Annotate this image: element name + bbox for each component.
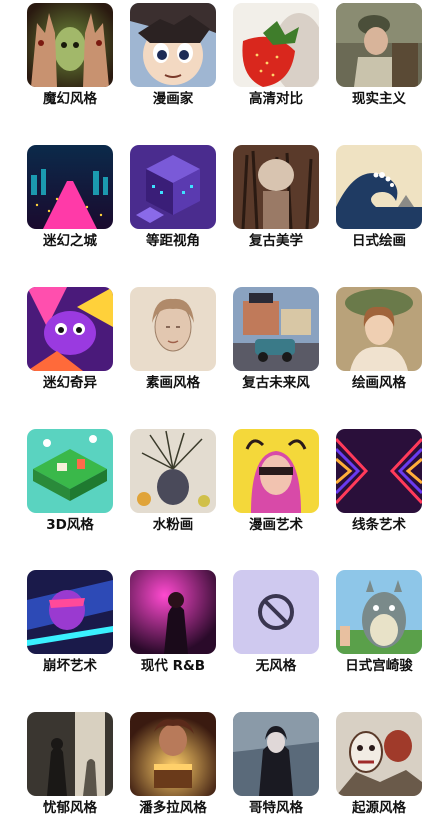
sketch-style-thumbnail[interactable] bbox=[130, 287, 216, 371]
style-option[interactable]: 忧郁风格 bbox=[27, 712, 113, 817]
isometric-view-thumbnail[interactable] bbox=[130, 145, 216, 229]
psychedelic-weird-thumbnail[interactable] bbox=[27, 287, 113, 371]
style-option[interactable]: 素画风格 bbox=[130, 287, 216, 392]
style-option[interactable]: 崩坏艺术 bbox=[27, 570, 113, 675]
style-option[interactable]: 绘画风格 bbox=[336, 287, 422, 392]
gothic-style-thumbnail[interactable] bbox=[233, 712, 319, 796]
style-option[interactable]: 哥特风格 bbox=[233, 712, 319, 817]
comic-art-thumbnail[interactable] bbox=[233, 429, 319, 513]
style-option[interactable]: 线条艺术 bbox=[336, 429, 422, 534]
realism-thumbnail[interactable] bbox=[336, 3, 422, 87]
style-option-label: 漫画家 bbox=[152, 91, 194, 107]
style-option[interactable]: 复古未来风 bbox=[233, 287, 319, 392]
no-style-icon[interactable] bbox=[233, 570, 319, 654]
style-option[interactable]: 漫画家 bbox=[130, 3, 216, 108]
style-option[interactable]: 复古美学 bbox=[233, 145, 319, 250]
3d-style-thumbnail[interactable] bbox=[27, 429, 113, 513]
style-option-label: 起源风格 bbox=[352, 800, 406, 816]
japanese-painting-thumbnail[interactable] bbox=[336, 145, 422, 229]
style-option-label: 现代 R&B bbox=[140, 658, 206, 674]
melancholy-style-thumbnail[interactable] bbox=[27, 712, 113, 796]
style-option[interactable]: 3D风格 bbox=[27, 429, 113, 534]
style-option[interactable]: 高清对比 bbox=[233, 3, 319, 108]
style-option-label: 绘画风格 bbox=[352, 375, 406, 391]
magic-style-thumbnail[interactable] bbox=[27, 3, 113, 87]
style-option-label: 无风格 bbox=[255, 658, 297, 674]
style-option-label: 等距视角 bbox=[146, 233, 200, 249]
style-option[interactable]: 魔幻风格 bbox=[27, 3, 113, 108]
style-option-label: 高清对比 bbox=[249, 91, 303, 107]
style-option-label: 日式绘画 bbox=[352, 233, 406, 249]
style-option-label: 复古美学 bbox=[249, 233, 303, 249]
style-option-label: 水粉画 bbox=[152, 517, 194, 533]
style-option[interactable]: 无风格 bbox=[233, 570, 319, 675]
origin-style-thumbnail[interactable] bbox=[336, 712, 422, 796]
style-option-label: 迷幻之城 bbox=[43, 233, 97, 249]
style-grid: 魔幻风格 漫画家 高清对比 现实主义 迷幻之城 等距视角 复古美学 日式绘画 迷… bbox=[0, 0, 437, 834]
style-option-label: 日式宫崎骏 bbox=[345, 658, 413, 674]
style-option-label: 线条艺术 bbox=[352, 517, 406, 533]
psychedelic-city-thumbnail[interactable] bbox=[27, 145, 113, 229]
miyazaki-style-thumbnail[interactable] bbox=[336, 570, 422, 654]
gouache-thumbnail[interactable] bbox=[130, 429, 216, 513]
line-art-thumbnail[interactable] bbox=[336, 429, 422, 513]
style-option-label: 魔幻风格 bbox=[43, 91, 97, 107]
style-option[interactable]: 起源风格 bbox=[336, 712, 422, 817]
pandora-style-thumbnail[interactable] bbox=[130, 712, 216, 796]
hd-contrast-thumbnail[interactable] bbox=[233, 3, 319, 87]
glitch-art-thumbnail[interactable] bbox=[27, 570, 113, 654]
style-option[interactable]: 漫画艺术 bbox=[233, 429, 319, 534]
style-option-label: 迷幻奇异 bbox=[43, 375, 97, 391]
style-option[interactable]: 迷幻奇异 bbox=[27, 287, 113, 392]
manga-artist-thumbnail[interactable] bbox=[130, 3, 216, 87]
style-option-label: 漫画艺术 bbox=[249, 517, 303, 533]
style-option[interactable]: 潘多拉风格 bbox=[130, 712, 216, 817]
style-option-label: 现实主义 bbox=[352, 91, 406, 107]
style-option[interactable]: 日式宫崎骏 bbox=[336, 570, 422, 675]
style-option-label: 素画风格 bbox=[146, 375, 200, 391]
style-option[interactable]: 日式绘画 bbox=[336, 145, 422, 250]
style-option-label: 哥特风格 bbox=[249, 800, 303, 816]
style-option[interactable]: 等距视角 bbox=[130, 145, 216, 250]
painting-style-thumbnail[interactable] bbox=[336, 287, 422, 371]
style-option-label: 忧郁风格 bbox=[43, 800, 97, 816]
style-option-label: 崩坏艺术 bbox=[43, 658, 97, 674]
style-option-label: 复古未来风 bbox=[242, 375, 310, 391]
style-option[interactable]: 水粉画 bbox=[130, 429, 216, 534]
retro-aesthetics-thumbnail[interactable] bbox=[233, 145, 319, 229]
style-option[interactable]: 现实主义 bbox=[336, 3, 422, 108]
style-option[interactable]: 现代 R&B bbox=[130, 570, 216, 675]
style-option-label: 3D风格 bbox=[46, 517, 94, 533]
modern-rnb-thumbnail[interactable] bbox=[130, 570, 216, 654]
style-option[interactable]: 迷幻之城 bbox=[27, 145, 113, 250]
style-option-label: 潘多拉风格 bbox=[139, 800, 207, 816]
retro-futurism-thumbnail[interactable] bbox=[233, 287, 319, 371]
